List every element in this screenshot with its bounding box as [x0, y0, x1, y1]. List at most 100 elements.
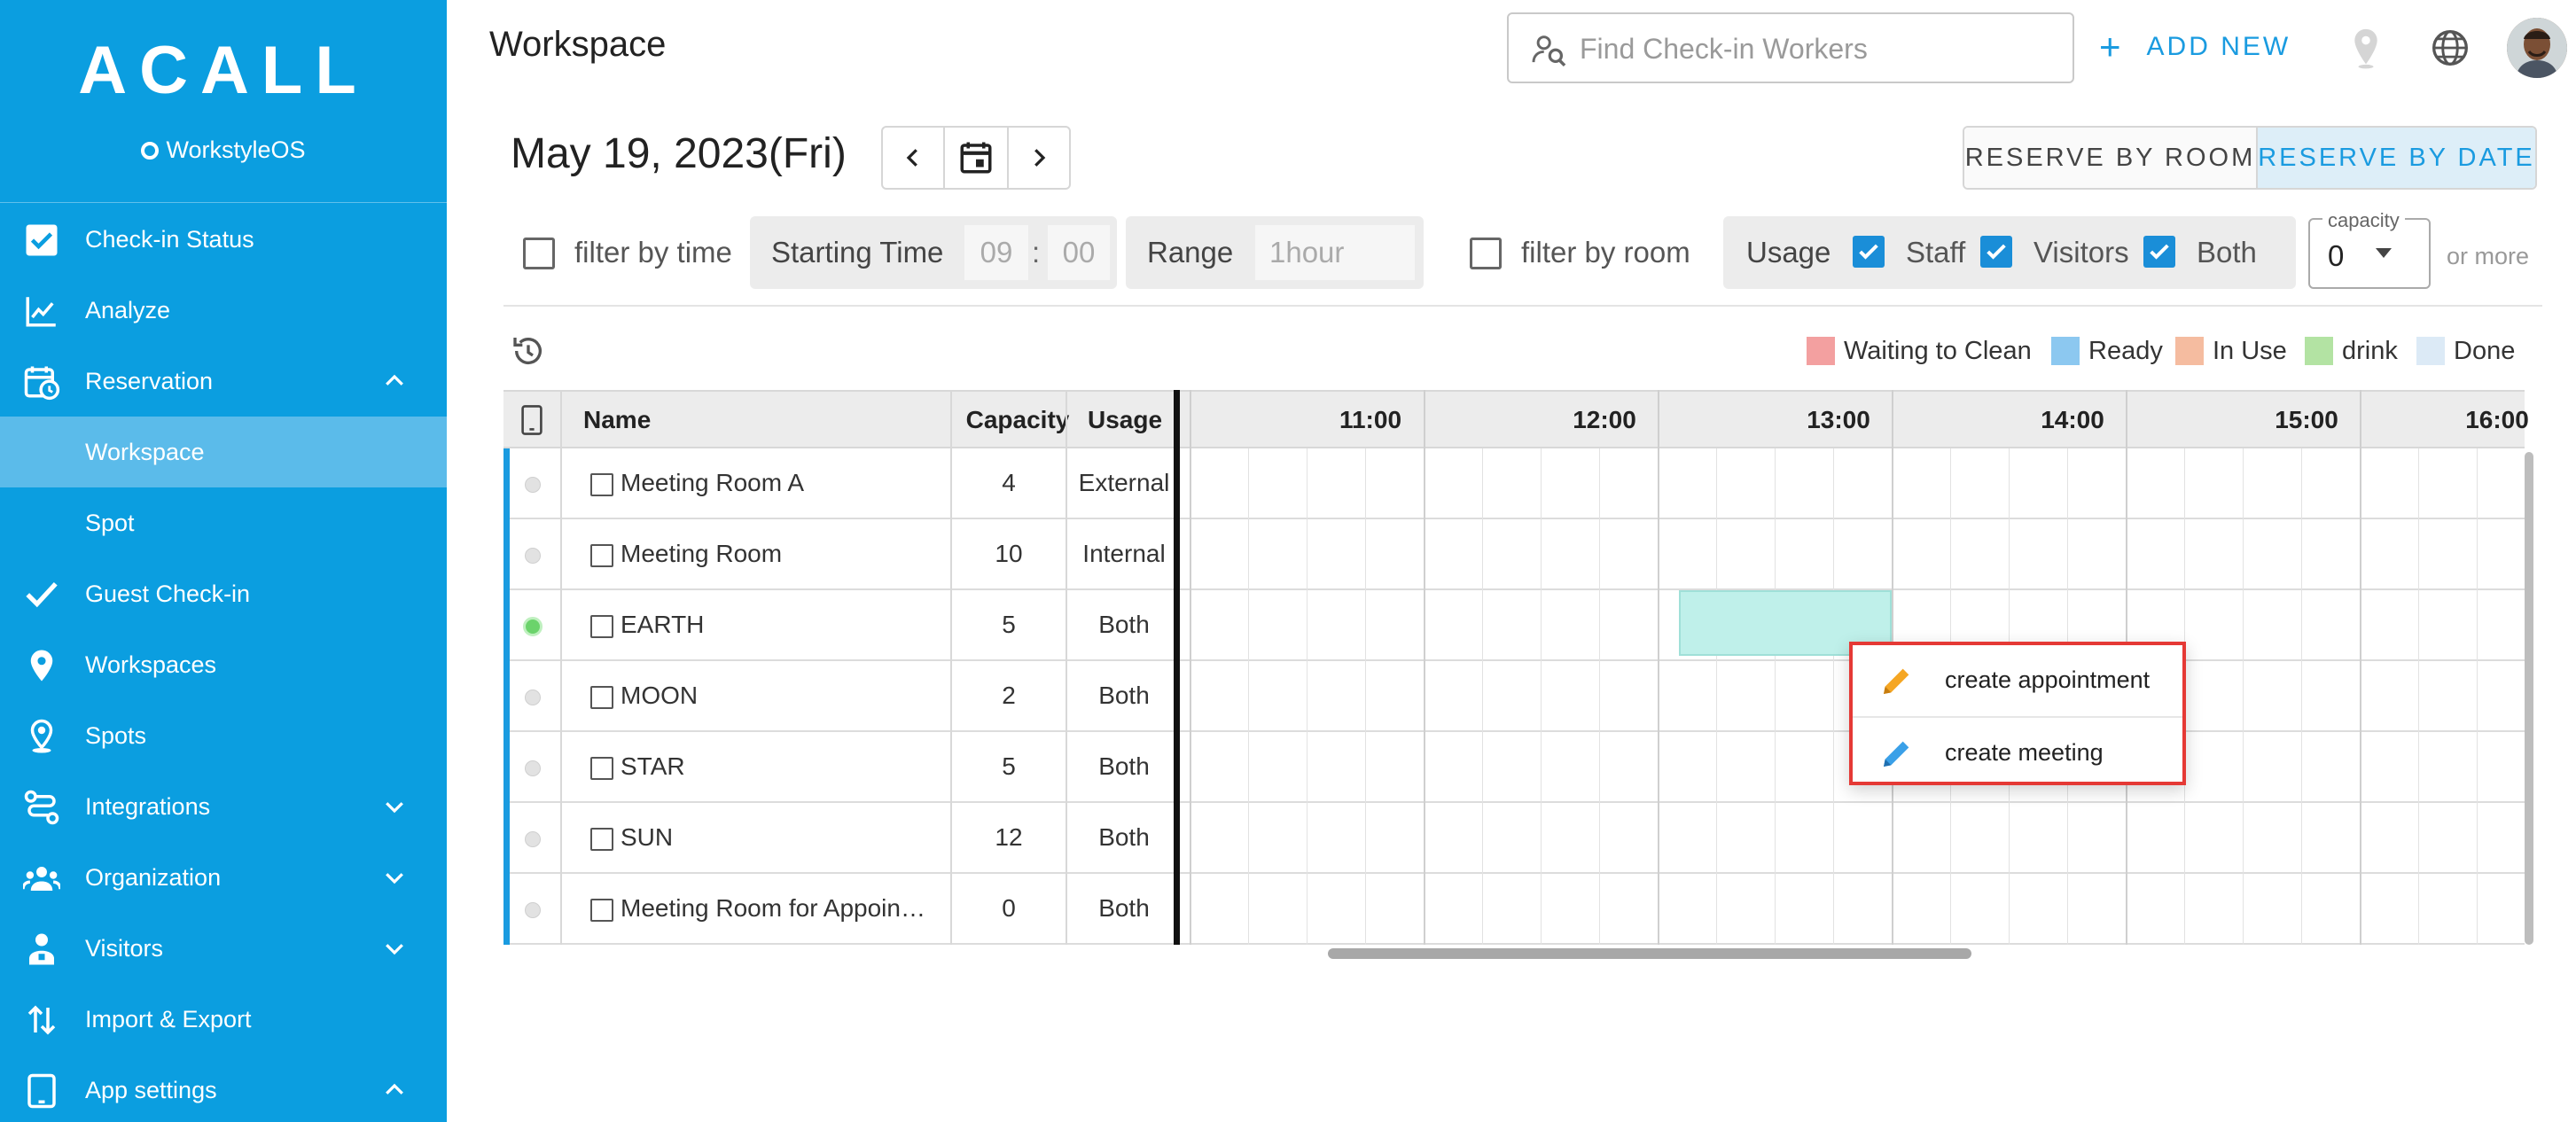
calendar-picker-button[interactable] [943, 126, 1009, 190]
row-checkbox[interactable] [590, 686, 613, 709]
search-box[interactable] [1507, 12, 2074, 83]
slot-context-menu: create appointment create meeting [1849, 642, 2186, 785]
room-usage: Both [1098, 682, 1150, 709]
filter-by-time-checkbox[interactable] [523, 238, 555, 269]
legend-ready: Ready [2051, 335, 2163, 367]
usage-column-header[interactable]: Usage [1071, 392, 1179, 448]
starting-minute-input[interactable]: 00 [1048, 225, 1110, 280]
pencil-icon [1884, 668, 1909, 694]
sidebar-item-analyze[interactable]: Analyze [0, 275, 447, 346]
row-checkbox[interactable] [590, 615, 613, 638]
table-header: Name Capacity Usage 11:00 12:00 13:00 14… [503, 390, 2529, 448]
legend-label: Waiting to Clean [1844, 336, 2032, 365]
add-new-button[interactable]: + ADD NEW [2099, 26, 2291, 67]
row-checkbox[interactable] [590, 828, 613, 851]
globe-icon[interactable] [2431, 28, 2470, 67]
sidebar-item-spot[interactable]: Spot [0, 487, 447, 558]
room-name[interactable]: SUN [621, 803, 673, 872]
quarter-gridline [1482, 448, 1483, 945]
create-appointment-menu-item[interactable]: create appointment [1853, 645, 2182, 714]
range-input[interactable]: 1hour [1255, 225, 1415, 280]
room-usage: Both [1098, 823, 1150, 851]
quarter-gridline [1307, 448, 1308, 945]
sidebar-item-organization[interactable]: Organization [0, 842, 447, 913]
chevron-down-icon[interactable] [381, 793, 408, 820]
room-name[interactable]: STAR [621, 732, 685, 801]
sidebar-item-guest-check-in[interactable]: Guest Check-in [0, 558, 447, 629]
quarter-gridline [1775, 448, 1776, 945]
workstyleos-ring-icon [141, 141, 160, 160]
row-checkbox[interactable] [590, 473, 613, 496]
or-more-label: or more [2447, 243, 2530, 269]
sidebar-item-workspaces[interactable]: Workspaces [0, 629, 447, 700]
legend-label: drink [2342, 336, 2398, 365]
horizontal-scrollbar[interactable] [1328, 948, 1971, 959]
row-checkbox[interactable] [590, 757, 613, 780]
integration-icon [24, 790, 59, 825]
sidebar-item-visitors[interactable]: Visitors [0, 913, 447, 984]
legend-waiting-to-clean: Waiting to Clean [1807, 335, 2032, 367]
sidebar-item-label: Check-in Status [85, 225, 254, 253]
sidebar-item-label: App settings [85, 1076, 217, 1103]
chevron-up-icon[interactable] [381, 368, 408, 394]
usage-staff-checkbox[interactable] [1853, 236, 1885, 268]
usage-both-label: Both [2197, 236, 2257, 269]
legend-label: In Use [2213, 336, 2287, 365]
row-checkbox[interactable] [590, 899, 613, 922]
schedule-table: Name Capacity Usage 11:00 12:00 13:00 14… [503, 390, 2533, 959]
legend-label: Done [2454, 336, 2516, 365]
room-name[interactable]: EARTH [621, 590, 704, 659]
visitor-icon [29, 933, 54, 965]
starting-hour-input[interactable]: 09 [964, 225, 1028, 280]
room-usage: Both [1098, 611, 1150, 638]
sidebar: ACALL WorkstyleOS Check-in Status Analyz… [0, 0, 447, 1122]
usage-both-checkbox[interactable] [2143, 236, 2175, 268]
check-icon [1859, 244, 1878, 260]
search-input[interactable] [1580, 28, 2058, 69]
sidebar-item-integrations[interactable]: Integrations [0, 771, 447, 842]
sidebar-item-reservation[interactable]: Reservation [0, 346, 447, 417]
time-header: 13:00 [1807, 406, 1870, 433]
current-date: May 19, 2023(Fri) [511, 130, 847, 177]
plus-icon: + [2099, 26, 2124, 67]
row-checkbox[interactable] [590, 544, 613, 567]
name-column-header[interactable]: Name [583, 392, 651, 448]
room-name[interactable]: Meeting Room [621, 519, 782, 588]
room-usage: External [1078, 469, 1170, 496]
room-name[interactable]: Meeting Room A [621, 448, 804, 518]
sidebar-item-check-in-status[interactable]: Check-in Status [0, 204, 447, 275]
page-title: Workspace [489, 25, 667, 64]
chevron-down-icon[interactable] [381, 935, 408, 962]
reserve-by-date-button[interactable]: RESERVE BY DATE [2257, 128, 2535, 188]
table-row: STAR 5 Both [503, 732, 2525, 803]
sidebar-item-spots[interactable]: Spots [0, 700, 447, 771]
sidebar-item-app-settings[interactable]: App settings [0, 1055, 447, 1122]
caret-down-icon [2376, 248, 2392, 258]
sidebar-item-import-export[interactable]: Import & Export [0, 984, 447, 1055]
filter-by-room-checkbox[interactable] [1470, 238, 1502, 269]
create-meeting-menu-item[interactable]: create meeting [1853, 718, 2182, 787]
reserve-by-room-button[interactable]: RESERVE BY ROOM [1964, 128, 2258, 188]
sidebar-item-workspace[interactable]: Workspace [0, 417, 447, 487]
time-header: 15:00 [2275, 406, 2338, 433]
person-pin-icon [30, 719, 53, 753]
usage-group: Usage Staff Visitors Both [1723, 216, 2296, 289]
previous-day-button[interactable] [881, 126, 945, 190]
chevron-up-icon[interactable] [381, 1077, 408, 1103]
refresh-history-icon[interactable] [511, 333, 546, 369]
next-day-button[interactable] [1007, 126, 1071, 190]
room-capacity: 4 [1002, 469, 1016, 496]
room-usage: Both [1098, 894, 1150, 922]
time-separator: : [1032, 236, 1041, 269]
check-box-icon [26, 224, 58, 256]
column-divider [950, 390, 952, 945]
room-name[interactable]: Meeting Room for Appoin… [621, 874, 925, 943]
user-avatar[interactable] [2507, 18, 2567, 78]
usage-visitors-checkbox[interactable] [1980, 236, 2012, 268]
location-pin-icon[interactable] [2351, 27, 2381, 69]
room-name[interactable]: MOON [621, 661, 698, 730]
vertical-scrollbar[interactable] [2525, 452, 2533, 945]
capacity-column-header[interactable]: Capacity [959, 392, 1076, 448]
check-icon [2150, 244, 2169, 260]
chevron-down-icon[interactable] [381, 864, 408, 891]
